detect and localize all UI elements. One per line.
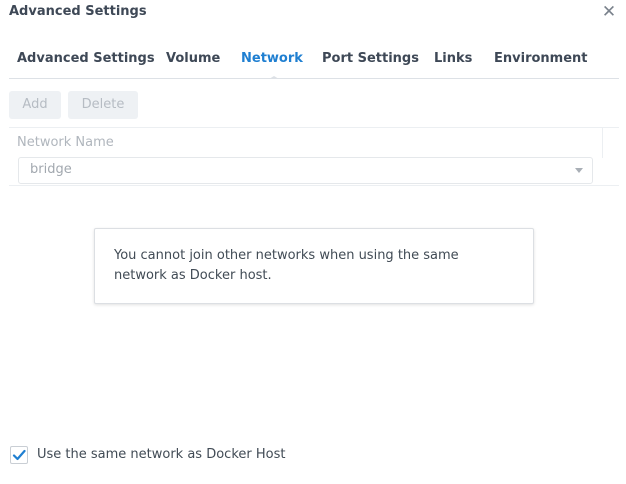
delete-button[interactable]: Delete: [68, 91, 138, 119]
tab-advanced-settings[interactable]: Advanced Settings: [17, 51, 155, 66]
tab-network[interactable]: Network: [241, 51, 303, 66]
same-network-label[interactable]: Use the same network as Docker Host: [37, 447, 285, 462]
grid-header: Network Name: [9, 127, 619, 158]
tab-bar: Advanced Settings Volume Network Port Se…: [9, 44, 619, 79]
window-title: Advanced Settings: [9, 4, 147, 19]
tab-environment[interactable]: Environment: [494, 51, 588, 66]
active-tab-indicator: [269, 76, 279, 79]
chevron-down-icon: [575, 168, 583, 173]
column-header-network-name[interactable]: Network Name: [17, 135, 114, 150]
checkmark-icon: [12, 449, 26, 461]
title-bar: Advanced Settings ✕: [0, 0, 626, 28]
tab-volume[interactable]: Volume: [166, 51, 220, 66]
column-divider: [602, 128, 603, 158]
notice-message: You cannot join other networks when usin…: [114, 248, 459, 283]
add-button[interactable]: Add: [9, 91, 61, 119]
tab-links[interactable]: Links: [434, 51, 472, 66]
info-notice: You cannot join other networks when usin…: [94, 228, 534, 304]
table-row: bridge: [9, 157, 619, 186]
same-network-checkbox[interactable]: [10, 446, 28, 464]
network-select[interactable]: bridge: [18, 157, 593, 184]
network-select-value: bridge: [30, 162, 72, 177]
close-icon[interactable]: ✕: [600, 3, 618, 21]
tab-port-settings[interactable]: Port Settings: [322, 51, 419, 66]
